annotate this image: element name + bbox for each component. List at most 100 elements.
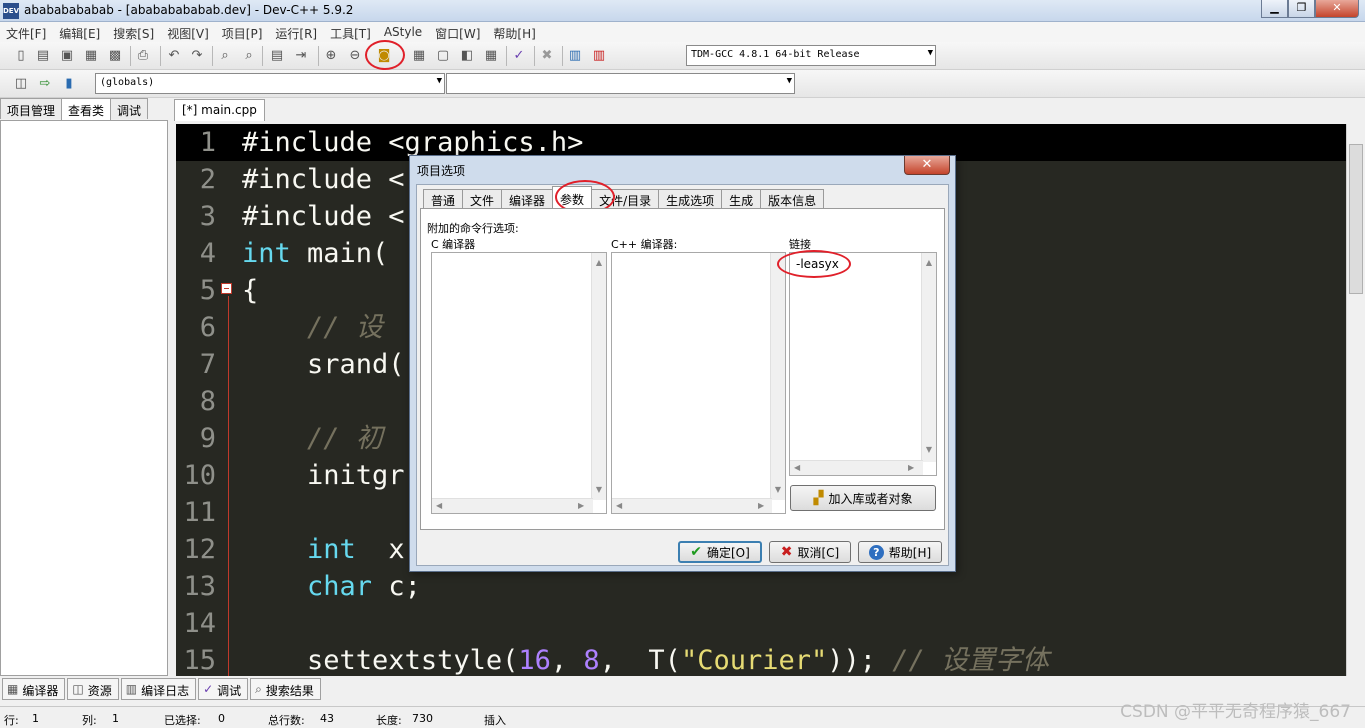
horizontal-scrollbar[interactable] bbox=[612, 498, 772, 513]
horizontal-scrollbar[interactable] bbox=[790, 460, 923, 475]
menu-edit[interactable]: 编辑[E] bbox=[53, 22, 107, 42]
tab-main-cpp[interactable]: [*] main.cpp bbox=[174, 99, 265, 121]
scroll-right-icon[interactable]: ▶ bbox=[758, 501, 764, 510]
scroll-left-icon[interactable]: ◀ bbox=[436, 501, 442, 510]
toolbar-separator bbox=[130, 46, 131, 66]
indent-icon[interactable]: ⇥ bbox=[292, 47, 310, 65]
tab-compiler[interactable]: ▦ 编译器 bbox=[2, 678, 66, 700]
project-options-dialog: 项目选项 ✕ 普通 文件 编译器 参数 文件/目录 生成选项 生成 版本信息 附… bbox=[409, 155, 956, 572]
find-icon[interactable]: ⌕ bbox=[216, 47, 234, 65]
ok-button[interactable]: ✔ 确定[O] bbox=[678, 541, 762, 563]
dialog-close-button[interactable]: ✕ bbox=[904, 156, 950, 175]
menu-file[interactable]: 文件[F] bbox=[0, 22, 53, 42]
scroll-up-icon[interactable]: ▲ bbox=[926, 258, 932, 267]
compile-run-icon[interactable]: ◧ bbox=[458, 47, 476, 65]
vertical-scrollbar[interactable] bbox=[591, 253, 606, 500]
menu-run[interactable]: 运行[R] bbox=[269, 22, 324, 42]
cpp-compiler-label: C++ 编译器: bbox=[611, 238, 678, 251]
tab-build-options[interactable]: 生成选项 bbox=[658, 189, 723, 209]
goto-definition-icon[interactable]: ▮ bbox=[60, 75, 78, 93]
print-icon[interactable]: ⎙ bbox=[134, 47, 152, 65]
menu-help[interactable]: 帮助[H] bbox=[487, 22, 542, 42]
add-to-project-icon[interactable]: ⊕ bbox=[322, 47, 340, 65]
fold-toggle-icon[interactable] bbox=[221, 283, 232, 294]
vertical-scrollbar[interactable] bbox=[770, 253, 785, 500]
tab-resources[interactable]: ◫ 资源 bbox=[67, 678, 119, 700]
class-browse-icon[interactable]: ◫ bbox=[12, 75, 30, 93]
scroll-up-icon[interactable]: ▲ bbox=[596, 258, 602, 267]
maximize-button[interactable]: ❐ bbox=[1288, 0, 1315, 18]
resources-icon: ◫ bbox=[72, 682, 84, 696]
scroll-right-icon[interactable]: ▶ bbox=[578, 501, 584, 510]
toolbar-separator bbox=[562, 46, 563, 66]
cancel-button[interactable]: ✖ 取消[C] bbox=[769, 541, 851, 563]
close-button[interactable]: ✕ bbox=[1315, 0, 1359, 18]
chart-icon[interactable]: ▥ bbox=[566, 47, 584, 65]
window-icon[interactable]: ▢ bbox=[434, 47, 452, 65]
tab-debug-bottom[interactable]: ✓ 调试 bbox=[198, 678, 249, 700]
menu-bar: 文件[F] 编辑[E] 搜索[S] 视图[V] 项目[P] 运行[R] 工具[T… bbox=[0, 22, 1365, 42]
tab-class-view[interactable]: 查看类 bbox=[61, 98, 112, 120]
undo-icon[interactable]: ↶ bbox=[165, 47, 183, 65]
minimize-button[interactable]: ▁ bbox=[1261, 0, 1288, 18]
c-compiler-textarea[interactable]: ▲ ▼ ◀ ▶ bbox=[431, 252, 607, 514]
scope-select[interactable]: (globals) ▼ bbox=[95, 73, 445, 94]
tab-search-results[interactable]: ⌕ 搜索结果 bbox=[250, 678, 321, 700]
member-select[interactable]: ▼ bbox=[446, 73, 795, 94]
new-file-icon[interactable]: ▯ bbox=[12, 47, 30, 65]
open-file-icon[interactable]: ▤ bbox=[34, 47, 52, 65]
compile-grid-icon[interactable]: ▦ bbox=[410, 47, 428, 65]
scroll-down-icon[interactable]: ▼ bbox=[775, 485, 781, 494]
rebuild-icon[interactable]: ▦ bbox=[482, 47, 500, 65]
tab-general[interactable]: 普通 bbox=[423, 189, 464, 209]
replace-icon[interactable]: ⌕ bbox=[240, 47, 258, 65]
tab-compiler-opts[interactable]: 编译器 bbox=[501, 189, 554, 209]
editor-scrollbar[interactable] bbox=[1346, 124, 1365, 676]
status-row-label: 行: bbox=[4, 714, 19, 727]
scroll-down-icon[interactable]: ▼ bbox=[596, 485, 602, 494]
stop-icon[interactable]: ✖ bbox=[538, 47, 556, 65]
menu-project[interactable]: 项目[P] bbox=[216, 22, 270, 42]
help-button[interactable]: ? 帮助[H] bbox=[858, 541, 942, 563]
redo-icon[interactable]: ↷ bbox=[188, 47, 206, 65]
close-file-icon[interactable]: ▩ bbox=[106, 47, 124, 65]
tab-build[interactable]: 生成 bbox=[721, 189, 762, 209]
line-number: 1 bbox=[199, 127, 216, 158]
scroll-left-icon[interactable]: ◀ bbox=[616, 501, 622, 510]
status-col-label: 列: bbox=[82, 714, 97, 727]
goto-line-icon[interactable]: ▤ bbox=[268, 47, 286, 65]
add-library-button[interactable]: ▞ 加入库或者对象 bbox=[790, 485, 936, 511]
tab-project-manager[interactable]: 项目管理 bbox=[0, 98, 63, 119]
vertical-scrollbar[interactable] bbox=[921, 253, 936, 462]
linker-textarea[interactable]: -leasyx ▲ ▼ ◀ ▶ bbox=[789, 252, 937, 476]
left-panel bbox=[0, 120, 168, 676]
save-icon[interactable]: ▣ bbox=[58, 47, 76, 65]
comment: // 设 bbox=[307, 312, 383, 343]
check-syntax-icon[interactable]: ✓ bbox=[510, 47, 528, 65]
scroll-left-icon[interactable]: ◀ bbox=[794, 463, 800, 472]
menu-tools[interactable]: 工具[T] bbox=[324, 22, 378, 42]
compiler-select[interactable]: TDM-GCC 4.8.1 64-bit Release ▼ bbox=[686, 45, 936, 66]
remove-from-project-icon[interactable]: ⊖ bbox=[346, 47, 364, 65]
scroll-down-icon[interactable]: ▼ bbox=[926, 445, 932, 454]
scroll-right-icon[interactable]: ▶ bbox=[908, 463, 914, 472]
line-number: 10 bbox=[183, 460, 216, 491]
tab-compile-log[interactable]: ▥ 编译日志 bbox=[120, 678, 197, 700]
horizontal-scrollbar[interactable] bbox=[432, 498, 593, 513]
status-sel-label: 已选择: bbox=[164, 714, 201, 727]
scrollbar-thumb[interactable] bbox=[1349, 144, 1363, 294]
menu-search[interactable]: 搜索[S] bbox=[107, 22, 161, 42]
menu-window[interactable]: 窗口[W] bbox=[429, 22, 487, 42]
tab-debug[interactable]: 调试 bbox=[110, 98, 149, 119]
library-icon: ▞ bbox=[813, 490, 824, 506]
toolbar-separator bbox=[318, 46, 319, 66]
tab-files[interactable]: 文件 bbox=[462, 189, 503, 209]
goto-declaration-icon[interactable]: ⇨ bbox=[36, 75, 54, 93]
line-number: 5 bbox=[199, 275, 216, 306]
cpp-compiler-textarea[interactable]: ▼ ◀ ▶ bbox=[611, 252, 786, 514]
menu-view[interactable]: 视图[V] bbox=[161, 22, 216, 42]
save-all-icon[interactable]: ▦ bbox=[82, 47, 100, 65]
menu-astyle[interactable]: AStyle bbox=[378, 22, 429, 42]
tab-version-info[interactable]: 版本信息 bbox=[760, 189, 825, 209]
profile-icon[interactable]: ▥ bbox=[590, 47, 608, 65]
